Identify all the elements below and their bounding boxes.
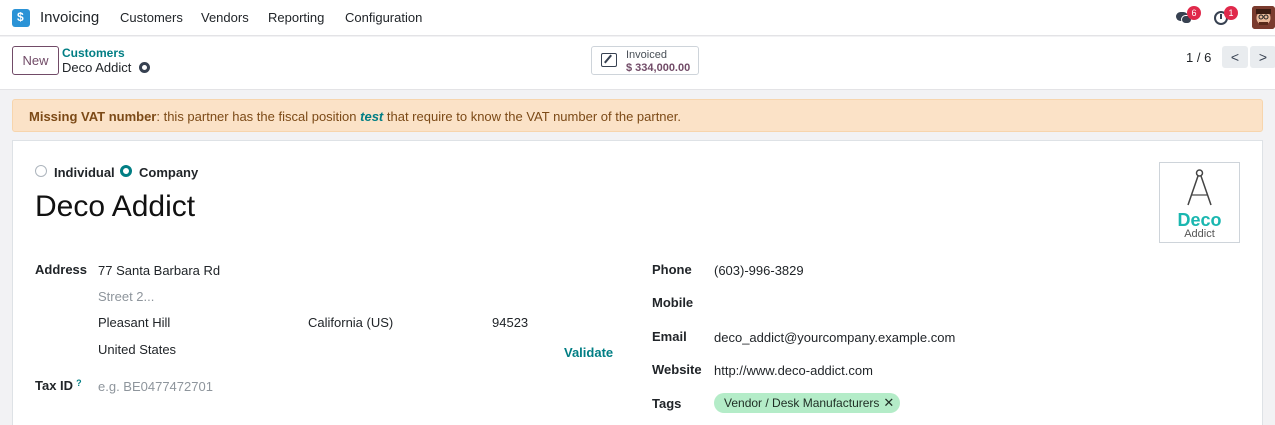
pager-next-button[interactable]: > bbox=[1250, 46, 1275, 68]
menu-reporting[interactable]: Reporting bbox=[268, 10, 324, 25]
app-name[interactable]: Invoicing bbox=[40, 9, 99, 26]
invoiced-amount: $ 334,000.00 bbox=[626, 62, 691, 74]
tag-vendor-desk-manufacturers[interactable]: Vendor / Desk Manufacturers ✕ bbox=[714, 393, 901, 413]
menu-customers[interactable]: Customers bbox=[120, 10, 183, 25]
address-label: Address bbox=[35, 262, 88, 277]
alert-strong: Missing VAT number bbox=[29, 109, 157, 124]
user-avatar[interactable] bbox=[1252, 6, 1275, 29]
pager-previous-button[interactable]: < bbox=[1222, 46, 1248, 68]
email-label: Email bbox=[652, 329, 687, 344]
missing-vat-alert: Missing VAT number: this partner has the… bbox=[12, 99, 1263, 132]
pencil-square-icon bbox=[601, 53, 617, 67]
taxid-label-text: Tax ID bbox=[35, 378, 74, 393]
alert-text-after: that require to know the VAT number of t… bbox=[383, 109, 681, 124]
tag-label: Vendor / Desk Manufacturers bbox=[724, 396, 880, 410]
country-field[interactable]: United States bbox=[98, 342, 176, 357]
validate-address-button[interactable]: Validate bbox=[564, 345, 613, 360]
website-field[interactable]: http://www.deco-addict.com bbox=[714, 363, 873, 378]
tags-label: Tags bbox=[652, 396, 682, 411]
phone-label: Phone bbox=[652, 262, 692, 277]
control-panel: New Customers Deco Addict Invoiced $ 334… bbox=[0, 37, 1275, 90]
activity-badge: 1 bbox=[1224, 6, 1238, 20]
taxid-help-icon[interactable]: ? bbox=[76, 378, 82, 388]
pager-value[interactable]: 1 / 6 bbox=[1186, 50, 1211, 65]
email-field[interactable]: deco_addict@yourcompany.example.com bbox=[714, 330, 955, 345]
messages-badge: 6 bbox=[1187, 6, 1201, 20]
individual-radio[interactable] bbox=[35, 165, 47, 177]
street-field[interactable]: 77 Santa Barbara Rd bbox=[98, 263, 220, 278]
individual-radio-label[interactable]: Individual bbox=[54, 165, 115, 180]
menu-vendors[interactable]: Vendors bbox=[201, 10, 249, 25]
city-field[interactable]: Pleasant Hill bbox=[98, 315, 170, 330]
street2-field[interactable]: Street 2... bbox=[98, 289, 154, 304]
new-button[interactable]: New bbox=[12, 46, 59, 75]
tag-remove-icon[interactable]: ✕ bbox=[883, 395, 894, 410]
company-radio-label[interactable]: Company bbox=[139, 165, 198, 180]
taxid-label: Tax ID? bbox=[35, 378, 82, 393]
invoicing-app-icon[interactable] bbox=[12, 9, 30, 27]
taxid-field[interactable]: e.g. BE0477472701 bbox=[98, 379, 213, 394]
alert-text-before: : this partner has the fiscal position bbox=[156, 109, 361, 124]
alert-message: Missing VAT number: this partner has the… bbox=[29, 109, 681, 124]
logo-text-addict: Addict bbox=[1184, 228, 1215, 240]
top-navbar: Invoicing Customers Vendors Reporting Co… bbox=[0, 0, 1275, 36]
invoiced-smart-button[interactable]: Invoiced $ 334,000.00 bbox=[591, 46, 699, 75]
compass-logo-icon bbox=[1187, 169, 1212, 206]
menu-configuration[interactable]: Configuration bbox=[345, 10, 422, 25]
zip-field[interactable]: 94523 bbox=[492, 315, 528, 330]
website-label: Website bbox=[652, 362, 702, 377]
mobile-label: Mobile bbox=[652, 295, 694, 310]
partner-name-field[interactable]: Deco Addict bbox=[35, 190, 195, 224]
invoiced-label: Invoiced bbox=[626, 49, 667, 61]
phone-field[interactable]: (603)-996-3829 bbox=[714, 263, 804, 278]
company-radio[interactable] bbox=[120, 165, 132, 177]
partner-logo[interactable]: Deco Addict bbox=[1159, 162, 1240, 243]
state-field[interactable]: California (US) bbox=[308, 315, 393, 330]
breadcrumb-customers[interactable]: Customers bbox=[62, 46, 125, 60]
gear-icon[interactable] bbox=[139, 62, 150, 73]
breadcrumb-current: Deco Addict bbox=[62, 60, 132, 75]
fiscal-position-link[interactable]: test bbox=[360, 109, 383, 124]
